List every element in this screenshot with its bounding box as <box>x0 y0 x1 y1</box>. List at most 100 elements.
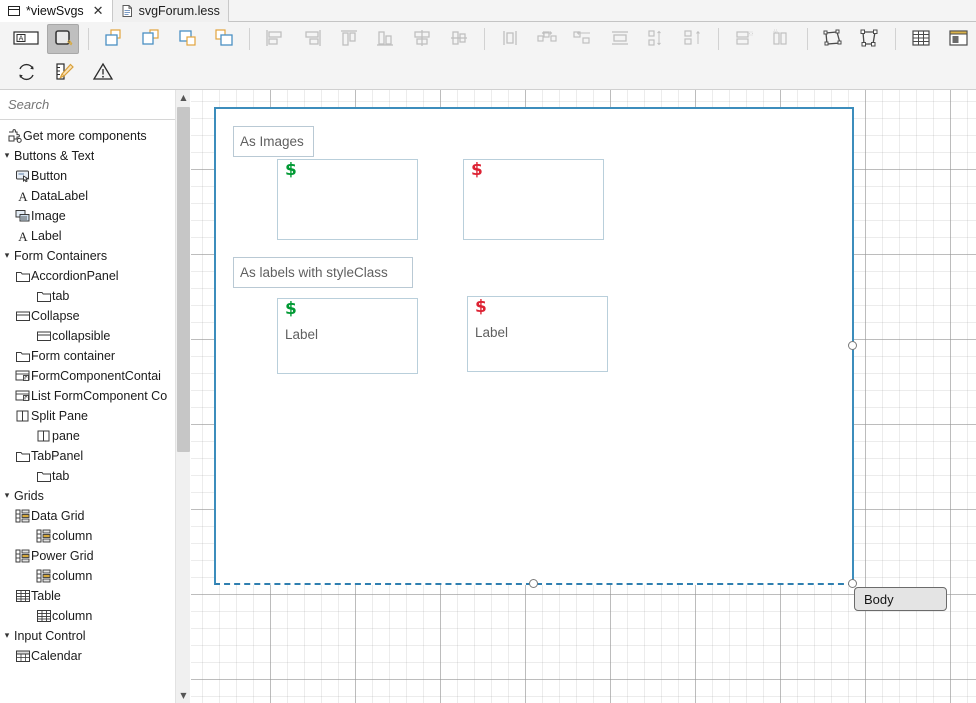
tree-item-label: Calendar <box>31 649 82 663</box>
tree-item-form-container[interactable]: Form container <box>0 346 175 366</box>
send-to-back-button[interactable] <box>208 24 241 54</box>
tab-viewsvgs[interactable]: *viewSvgs ✕ <box>0 0 113 22</box>
align-bottom-button[interactable] <box>369 24 402 54</box>
search-input[interactable] <box>0 97 175 112</box>
resize-to-content-button[interactable] <box>817 24 850 54</box>
distribute-stack-button[interactable] <box>677 24 710 54</box>
match-height-button[interactable] <box>604 24 637 54</box>
bring-forward-button[interactable] <box>98 24 131 54</box>
tree-item-label: Form Containers <box>14 249 108 263</box>
tree-item-column[interactable]: column <box>0 606 175 626</box>
tree-item-power-grid[interactable]: Power Grid <box>0 546 175 566</box>
as-labels-styleclass-label[interactable]: As labels with styleClass <box>233 257 413 288</box>
tree-group-grids[interactable]: ▾ Grids <box>0 486 175 506</box>
tree-rows: ▾ Buttons & Text Button A DataLabel Image A Lab… <box>0 146 175 666</box>
distribute-vertical-button[interactable] <box>640 24 673 54</box>
select-tool-button[interactable] <box>46 24 80 54</box>
align-center-h-icon <box>410 28 434 51</box>
send-backward-button[interactable] <box>135 24 168 54</box>
edit-style-button[interactable] <box>48 58 82 88</box>
tree-item-button[interactable]: Button <box>0 166 175 186</box>
refresh-button[interactable] <box>10 58 44 88</box>
distribute-left-icon <box>571 28 595 51</box>
image-red-dollar[interactable]: $ <box>463 159 604 240</box>
tree-group-input-control[interactable]: ▾ Input Control <box>0 626 175 646</box>
tree-item-label[interactable]: A Label <box>0 226 175 246</box>
label-tool-button[interactable]: A <box>10 24 43 54</box>
bring-to-front-button[interactable] <box>171 24 204 54</box>
match-width-icon <box>498 28 522 51</box>
problems-button[interactable] <box>86 58 120 88</box>
layer-backward-icon <box>140 28 162 51</box>
tree-item-collapsible[interactable]: collapsible <box>0 326 175 346</box>
table-icon <box>14 588 31 604</box>
tree-item-tab[interactable]: tab <box>0 286 175 306</box>
group-rows-button[interactable] <box>728 24 761 54</box>
align-center-vertical-button[interactable] <box>442 24 475 54</box>
tree-item-label: pane <box>52 429 80 443</box>
tree-item-accordionpanel[interactable]: AccordionPanel <box>0 266 175 286</box>
resize-handle-right[interactable] <box>848 341 857 350</box>
tree-item-label: Data Grid <box>31 509 85 523</box>
tree-item-label: FormComponentContai <box>31 369 161 383</box>
align-bottom-icon <box>373 28 397 51</box>
match-width-button[interactable] <box>494 24 527 54</box>
scrollbar-thumb[interactable] <box>177 107 190 452</box>
tree-group-buttons-text[interactable]: ▾ Buttons & Text <box>0 146 175 166</box>
tree-item-datalabel[interactable]: A DataLabel <box>0 186 175 206</box>
distribute-horizontal-button[interactable] <box>531 24 564 54</box>
chevron-down-icon[interactable]: ▾ <box>0 251 14 261</box>
align-right-button[interactable] <box>296 24 329 54</box>
as-images-label[interactable]: As Images <box>233 126 314 157</box>
body-tooltip-label: Body <box>864 591 894 607</box>
tree-item-column[interactable]: column <box>0 526 175 546</box>
image-green-dollar[interactable]: $ <box>277 159 418 240</box>
align-left-button[interactable] <box>259 24 292 54</box>
component-tree: Get more components ▾ Buttons & Text Butto… <box>0 121 175 703</box>
distribute-stack-icon <box>681 28 705 51</box>
design-canvas[interactable]: As Images $ $ As labels with styleClass … <box>191 90 976 703</box>
distribute-left-button[interactable] <box>567 24 600 54</box>
chevron-down-icon[interactable]: ▾ <box>0 151 14 161</box>
window-icon <box>7 4 21 18</box>
tree-item-list-formcomponent-co[interactable]: List FormComponent Co <box>0 386 175 406</box>
tree-item-tab[interactable]: tab <box>0 466 175 486</box>
show-panel-button[interactable] <box>941 24 974 54</box>
tree-item-image[interactable]: Image <box>0 206 175 226</box>
palette-scrollbar[interactable]: ▲ ▼ <box>175 90 190 703</box>
align-left-icon <box>264 28 288 51</box>
fit-to-frame-button[interactable] <box>853 24 886 54</box>
scroll-up-arrow[interactable]: ▲ <box>176 90 191 105</box>
layer-forward-icon <box>103 28 125 51</box>
tree-item-pane[interactable]: pane <box>0 426 175 446</box>
scroll-down-arrow[interactable]: ▼ <box>176 688 191 703</box>
chevron-down-icon[interactable]: ▾ <box>0 631 14 641</box>
tree-item-tabpanel[interactable]: TabPanel <box>0 446 175 466</box>
label-red-dollar[interactable]: $ Label <box>467 296 608 372</box>
layer-back-icon <box>213 28 235 51</box>
tree-item-calendar[interactable]: Calendar <box>0 646 175 666</box>
toolbar-separator <box>249 28 251 50</box>
rounded-square-icon <box>52 28 74 51</box>
tree-item-data-grid[interactable]: Data Grid <box>0 506 175 526</box>
svg-text:A: A <box>19 34 24 42</box>
tree-item-table[interactable]: Table <box>0 586 175 606</box>
align-top-button[interactable] <box>333 24 366 54</box>
get-more-components-link[interactable]: Get more components <box>0 126 175 146</box>
tree-item-label: Collapse <box>31 309 80 323</box>
tree-group-form-containers[interactable]: ▾ Form Containers <box>0 246 175 266</box>
close-icon[interactable]: ✕ <box>93 5 104 18</box>
tree-item-collapse[interactable]: Collapse <box>0 306 175 326</box>
dollar-green-icon: $ <box>285 299 297 319</box>
group-columns-button[interactable] <box>765 24 798 54</box>
tree-item-formcomponentcontai[interactable]: FormComponentContai <box>0 366 175 386</box>
tab-svgforum-less[interactable]: svgForum.less <box>112 0 229 22</box>
body-form-container[interactable]: As Images $ $ As labels with styleClass … <box>214 107 857 588</box>
tree-item-column[interactable]: column <box>0 566 175 586</box>
show-grid-button[interactable] <box>905 24 938 54</box>
resize-handle-bottom[interactable] <box>529 579 538 588</box>
tree-item-split-pane[interactable]: Split Pane <box>0 406 175 426</box>
label-green-dollar[interactable]: $ Label <box>277 298 418 374</box>
chevron-down-icon[interactable]: ▾ <box>0 491 14 501</box>
align-center-horizontal-button[interactable] <box>406 24 439 54</box>
